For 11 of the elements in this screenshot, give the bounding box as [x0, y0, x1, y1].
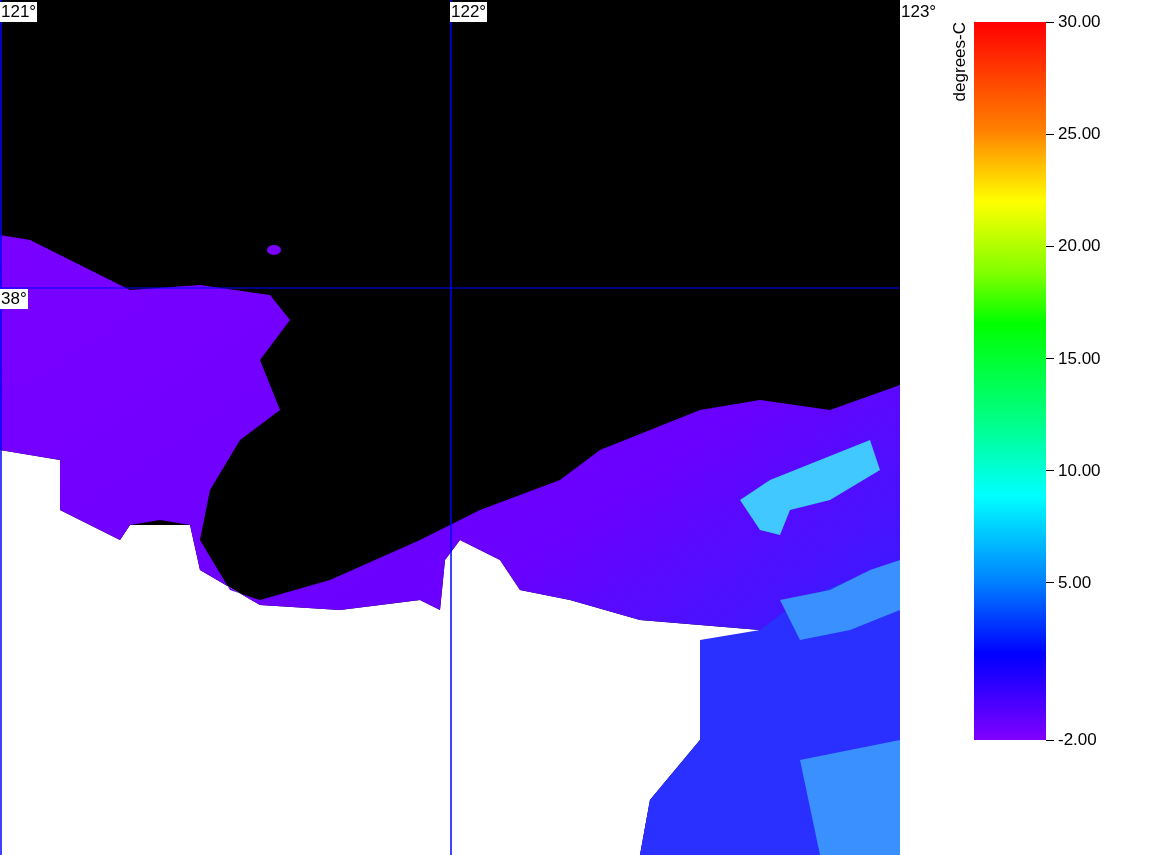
tick-label: 25.00 — [1058, 124, 1101, 145]
longitude-label: 121° — [0, 2, 38, 22]
tick-label: 10.00 — [1058, 460, 1101, 481]
tick-label: 30.00 — [1058, 12, 1101, 32]
latitude-label: 38° — [0, 289, 28, 309]
tick-label: -2.00 — [1058, 730, 1097, 750]
tick-label: 15.00 — [1058, 348, 1101, 369]
tick-label: 20.00 — [1058, 236, 1101, 257]
tick-label: 5.00 — [1058, 572, 1092, 593]
longitude-label: 122° — [450, 2, 488, 22]
unit-label: degrees-C — [950, 22, 970, 102]
